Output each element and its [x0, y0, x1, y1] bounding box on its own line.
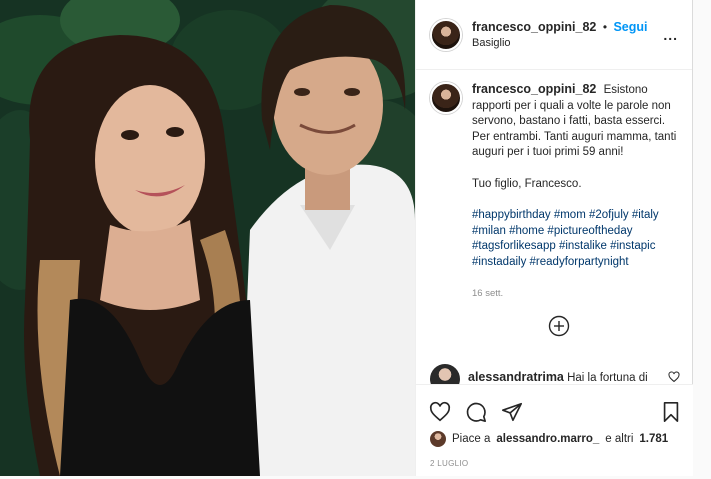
caption-date: 16 sett.: [472, 288, 504, 299]
plus-circle-icon[interactable]: [548, 315, 570, 337]
author-avatar[interactable]: [430, 18, 462, 51]
liker-avatar[interactable]: [430, 431, 446, 447]
likes-conjunction: e altri: [605, 433, 634, 445]
post-header: francesco_oppini_82 • Segui Basiglio ...: [416, 0, 692, 70]
likes-prefix: Piace a: [452, 433, 491, 445]
paper-plane-icon[interactable]: [501, 401, 523, 423]
follow-button[interactable]: Segui: [613, 20, 647, 34]
separator-dot: •: [602, 19, 608, 34]
comment-icon[interactable]: [465, 401, 487, 423]
caption-username[interactable]: francesco_oppini_82: [472, 82, 596, 96]
heart-icon[interactable]: [429, 401, 451, 423]
page-background-right: [693, 0, 711, 479]
post-details-panel: francesco_oppini_82 • Segui Basiglio ...…: [415, 0, 694, 476]
likes-summary[interactable]: Piace a alessandro.marro_ e altri 1.781: [416, 429, 694, 447]
likes-count[interactable]: 1.781: [639, 433, 668, 445]
bookmark-icon[interactable]: [661, 401, 681, 423]
caption-signoff: Tuo figlio, Francesco.: [472, 177, 582, 190]
caption-author-avatar[interactable]: [430, 82, 462, 114]
action-bar: [416, 385, 694, 429]
post-location[interactable]: Basiglio: [472, 35, 653, 51]
liker-username[interactable]: alessandro.marro_: [496, 433, 599, 445]
heart-icon[interactable]: [668, 371, 680, 383]
post-photo[interactable]: [0, 0, 415, 476]
author-username[interactable]: francesco_oppini_82: [472, 20, 596, 34]
post-date: 2 LUGLIO: [430, 459, 469, 468]
post-actions: Piace a alessandro.marro_ e altri 1.781 …: [416, 384, 694, 476]
comment-text: alessandratrima Hai la fortuna di: [468, 370, 660, 384]
caption-hashtags[interactable]: #happybirthday #mom #2ofjuly #italy #mil…: [472, 208, 678, 270]
caption-text: francesco_oppini_82 Esistono rapporti pe…: [472, 82, 678, 302]
more-options-button[interactable]: ...: [663, 27, 678, 43]
post-header-meta: francesco_oppini_82 • Segui Basiglio: [472, 19, 653, 51]
commenter-username[interactable]: alessandratrima: [468, 370, 564, 384]
comment-body: Hai la fortuna di: [567, 372, 648, 384]
caption: francesco_oppini_82 Esistono rapporti pe…: [416, 70, 692, 302]
post-photo-image: [0, 0, 415, 476]
